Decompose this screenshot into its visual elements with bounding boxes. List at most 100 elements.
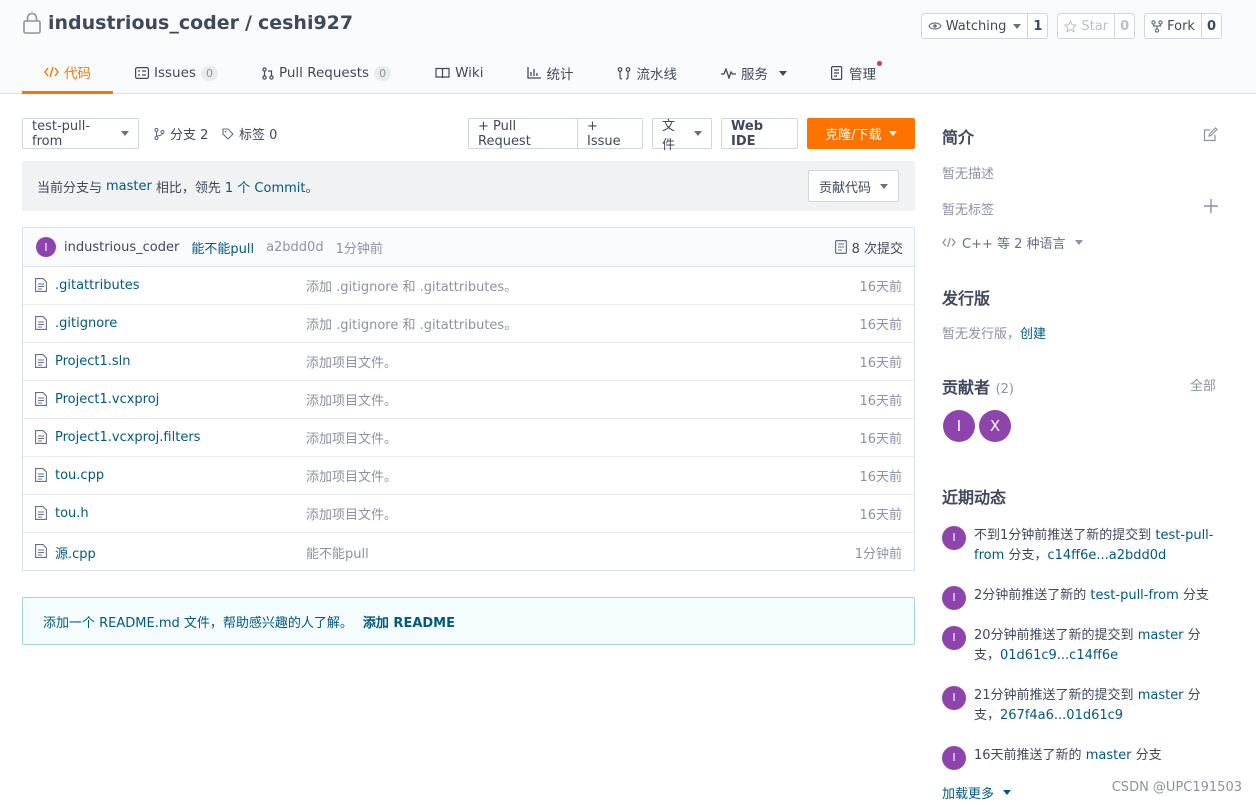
activity-branch-link[interactable]: master	[1086, 748, 1132, 763]
tab-code[interactable]: 代码	[22, 52, 113, 94]
clone-download-button[interactable]: 克隆/下载	[807, 118, 915, 149]
file-commit-message[interactable]: 添加项目文件。	[306, 352, 397, 371]
eye-icon	[928, 22, 942, 30]
intro-title: 简介	[942, 128, 975, 147]
tab-pull-requests[interactable]: Pull Requests 0	[240, 52, 413, 94]
commit-author-link[interactable]: industrious_coder	[64, 240, 179, 255]
tab-issues[interactable]: Issues 0	[113, 52, 240, 94]
activity-branch-link[interactable]: master	[1138, 688, 1184, 703]
tab-services[interactable]: 服务	[699, 52, 809, 94]
add-readme-link[interactable]: 添加 README	[363, 612, 455, 631]
avatar[interactable]: I	[942, 526, 966, 550]
tab-manage[interactable]: 管理	[809, 52, 898, 94]
activity-text: 20分钟前推送了新的提交到 master 分支，01d61c9...c14ff6…	[974, 626, 1222, 666]
file-name-link[interactable]: Project1.sln	[55, 354, 131, 369]
activity-prefix: 不到1分钟前推送了新的提交到	[974, 528, 1152, 543]
languages-dropdown[interactable]: C++ 等 2 种语言	[942, 233, 1083, 252]
repo-title: industrious_coder / ceshi927	[22, 12, 353, 34]
chart-icon	[527, 67, 542, 79]
file-icon	[35, 468, 47, 482]
file-commit-message[interactable]: 添加项目文件。	[306, 428, 397, 447]
compare-commit-link[interactable]: 1 个 Commit	[225, 177, 306, 196]
file-commit-message[interactable]: 添加 .gitignore 和 .gitattributes。	[306, 314, 517, 333]
new-issue-button[interactable]: + Issue	[577, 118, 643, 149]
watermark: CSDN @UPC191503	[1111, 780, 1242, 795]
tab-wiki[interactable]: Wiki	[413, 52, 505, 94]
star-label: Star	[1081, 18, 1109, 34]
plus-icon[interactable]	[1204, 199, 1218, 213]
activity-prefix: 2分钟前推送了新的	[974, 588, 1087, 603]
compare-branch-link[interactable]: master	[106, 179, 152, 194]
activity-branch-link[interactable]: master	[1138, 628, 1184, 643]
avatar[interactable]: I	[942, 626, 966, 650]
web-ide-button[interactable]: Web IDE	[721, 118, 798, 149]
file-name-link[interactable]: 源.cpp	[55, 543, 96, 562]
fork-button[interactable]: Fork 0	[1144, 13, 1222, 39]
file-commit-message[interactable]: 能不能pull	[306, 543, 369, 562]
avatar[interactable]: I	[943, 410, 975, 442]
file-name-link[interactable]: Project1.vcxproj	[55, 392, 159, 407]
watch-button[interactable]: Watching 1	[920, 13, 1049, 39]
chevron-down-icon	[778, 70, 787, 76]
avatar[interactable]: I	[942, 686, 966, 710]
commit-time: 1分钟前	[335, 241, 383, 257]
file-commit-message[interactable]: 添加 .gitignore 和 .gitattributes。	[306, 276, 517, 295]
tab-label: 流水线	[636, 67, 677, 83]
table-row: Project1.vcxproj 添加项目文件。 16天前	[23, 381, 914, 419]
commit-hash-link[interactable]: a2bdd0d	[266, 240, 324, 255]
repo-tabs: 代码 Issues 0 Pull Requests 0 Wiki 统计 流水线 …	[22, 52, 898, 94]
chevron-down-icon	[694, 131, 702, 136]
chevron-down-icon	[121, 131, 129, 136]
activity-branch-link[interactable]: test-pull-from	[1090, 588, 1178, 603]
fork-count[interactable]: 0	[1202, 14, 1221, 38]
file-commit-message[interactable]: 添加项目文件。	[306, 504, 397, 523]
tab-label: Pull Requests	[278, 65, 370, 81]
file-menu-label: 文件	[662, 118, 676, 153]
file-commit-message[interactable]: 添加项目文件。	[306, 390, 397, 409]
new-pull-request-label: + Pull Request	[478, 118, 531, 149]
all-contributors-link[interactable]: 全部	[1190, 375, 1216, 394]
file-name-link[interactable]: Project1.vcxproj.filters	[55, 430, 200, 445]
edit-icon[interactable]	[1203, 127, 1218, 142]
file-name-link[interactable]: tou.cpp	[55, 468, 104, 483]
activity-item: I 16天前推送了新的 master 分支	[942, 746, 1222, 770]
tab-pipeline[interactable]: 流水线	[595, 52, 699, 94]
branch-select[interactable]: test-pull-from	[22, 118, 139, 149]
activity-compare-link[interactable]: 01d61c9...c14ff6e	[1000, 648, 1118, 663]
branches-link[interactable]: 分支 2	[154, 118, 208, 149]
repo-owner-link[interactable]: industrious_coder	[48, 12, 239, 34]
pulse-icon	[720, 67, 736, 79]
pull-request-icon	[262, 66, 274, 80]
latest-commit-row: I industrious_coder 能不能pull a2bdd0d 1分钟前…	[23, 228, 914, 267]
avatar[interactable]: I	[942, 586, 966, 610]
activity-mid: 分支，	[1008, 548, 1048, 563]
star-count[interactable]: 0	[1115, 14, 1134, 38]
activity-item: I 不到1分钟前推送了新的提交到 test-pull-from 分支，c14ff6…	[942, 526, 1222, 566]
activity-compare-link[interactable]: 267f4a6...01d61c9	[1000, 708, 1123, 723]
star-button[interactable]: Star 0	[1057, 13, 1136, 39]
avatar[interactable]: I	[942, 746, 966, 770]
commit-count-link[interactable]: 8 次提交	[834, 238, 903, 257]
contributors-title: 贡献者 (2)	[942, 374, 1014, 398]
fork-label: Fork	[1167, 18, 1195, 34]
avatar[interactable]: I	[36, 237, 56, 257]
create-release-link[interactable]: 创建	[1020, 327, 1046, 342]
file-name-link[interactable]: .gitattributes	[55, 278, 140, 293]
file-name-link[interactable]: .gitignore	[55, 316, 117, 331]
tags-link[interactable]: 标签 0	[222, 118, 277, 149]
file-name-link[interactable]: tou.h	[55, 506, 89, 521]
contribute-code-button[interactable]: 贡献代码	[807, 170, 899, 202]
commit-message-link[interactable]: 能不能pull	[191, 238, 254, 257]
repo-name-link[interactable]: ceshi927	[258, 12, 353, 34]
file-menu-button[interactable]: 文件	[652, 118, 712, 153]
tab-stats[interactable]: 统计	[505, 52, 595, 94]
avatar[interactable]: X	[979, 410, 1011, 442]
load-more-link[interactable]: 加载更多	[942, 783, 1012, 802]
activity-compare-link[interactable]: c14ff6e...a2bdd0d	[1047, 548, 1166, 563]
new-pull-request-button[interactable]: + Pull Request	[468, 118, 578, 149]
activity-prefix: 20分钟前推送了新的提交到	[974, 628, 1134, 643]
watch-count[interactable]: 1	[1028, 14, 1047, 38]
commit-count-label: 8 次提交	[851, 241, 903, 257]
activity-item: I 21分钟前推送了新的提交到 master 分支，267f4a6...01d61…	[942, 686, 1222, 726]
file-commit-message[interactable]: 添加项目文件。	[306, 466, 397, 485]
